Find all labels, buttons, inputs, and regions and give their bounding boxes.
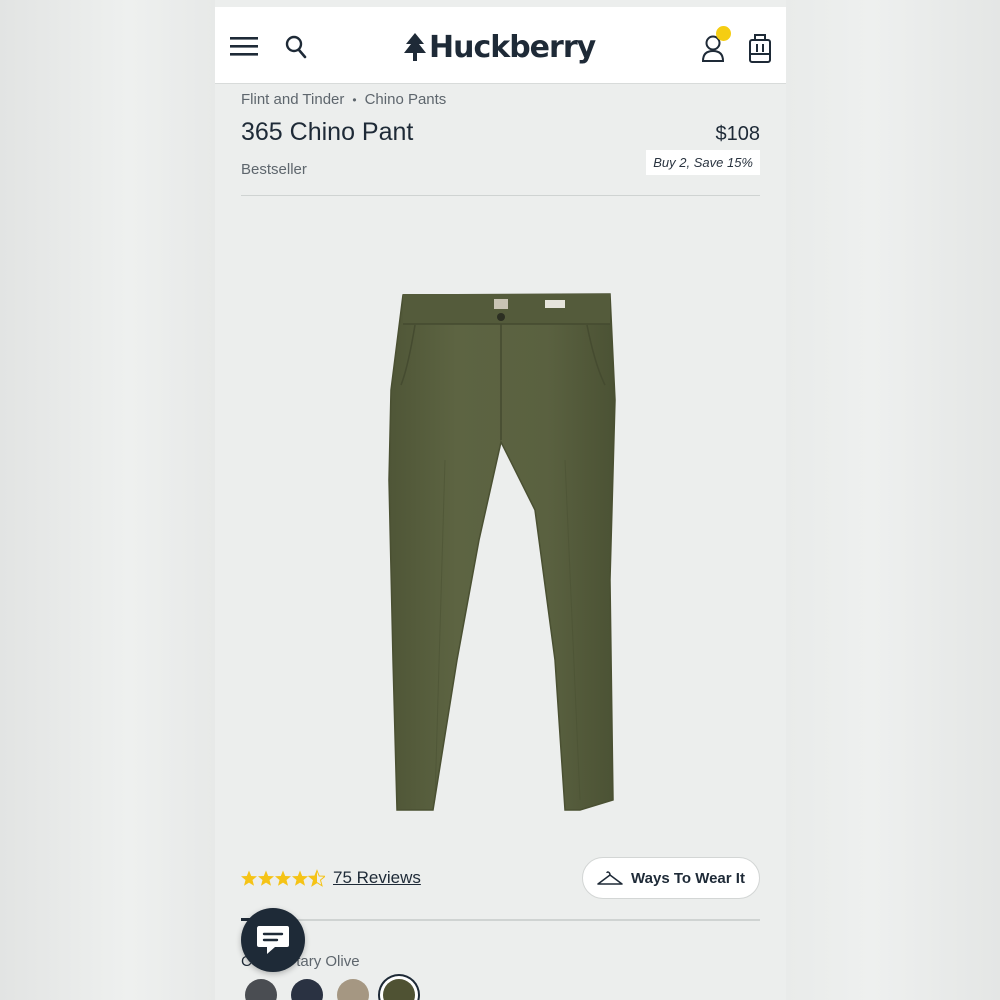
notification-dot bbox=[716, 26, 731, 41]
top-navigation-bar: Huckberry bbox=[215, 7, 786, 84]
color-swatch-navy[interactable] bbox=[291, 979, 323, 1000]
color-swatch-charcoal[interactable] bbox=[245, 979, 277, 1000]
ways-to-wear-label: Ways To Wear It bbox=[631, 869, 745, 887]
star-icon bbox=[241, 870, 257, 886]
star-icon bbox=[292, 870, 308, 886]
logo-text: Huckberry bbox=[429, 29, 596, 65]
mobile-page: Huckberry Flint and Tinder • Chino Pants… bbox=[215, 0, 786, 1000]
rating-row: 75 Reviews bbox=[241, 868, 421, 888]
color-swatches bbox=[245, 979, 415, 1000]
product-title: 365 Chino Pant bbox=[241, 118, 414, 146]
huckberry-logo[interactable]: Huckberry bbox=[403, 29, 596, 65]
tree-logo-icon bbox=[404, 33, 426, 61]
hanger-icon bbox=[597, 871, 623, 885]
cart-icon[interactable] bbox=[748, 32, 772, 64]
half-star-icon bbox=[308, 870, 325, 887]
divider bbox=[241, 195, 760, 196]
selected-color-name: tary Olive bbox=[296, 953, 360, 970]
background-right bbox=[786, 0, 1000, 1000]
search-icon[interactable] bbox=[285, 35, 307, 59]
details-tab-track bbox=[241, 919, 760, 921]
breadcrumb-brand[interactable]: Flint and Tinder bbox=[241, 91, 344, 108]
reviews-link[interactable]: 75 Reviews bbox=[333, 868, 421, 888]
color-swatch-khaki[interactable] bbox=[337, 979, 369, 1000]
menu-icon[interactable] bbox=[230, 35, 258, 57]
star-icon bbox=[258, 870, 274, 886]
star-icon bbox=[275, 870, 291, 886]
product-image[interactable] bbox=[375, 280, 625, 830]
breadcrumb: Flint and Tinder • Chino Pants bbox=[241, 91, 446, 108]
chat-button[interactable] bbox=[241, 908, 305, 972]
product-price: $108 bbox=[715, 123, 761, 145]
bestseller-tag: Bestseller bbox=[241, 161, 307, 178]
breadcrumb-separator: • bbox=[352, 92, 357, 107]
ways-to-wear-button[interactable]: Ways To Wear It bbox=[582, 857, 760, 899]
breadcrumb-category[interactable]: Chino Pants bbox=[365, 91, 447, 108]
background-left bbox=[0, 0, 215, 1000]
chat-icon bbox=[257, 926, 289, 954]
star-rating bbox=[241, 870, 325, 887]
promo-badge: Buy 2, Save 15% bbox=[646, 150, 760, 175]
color-swatch-olive[interactable] bbox=[383, 979, 415, 1000]
